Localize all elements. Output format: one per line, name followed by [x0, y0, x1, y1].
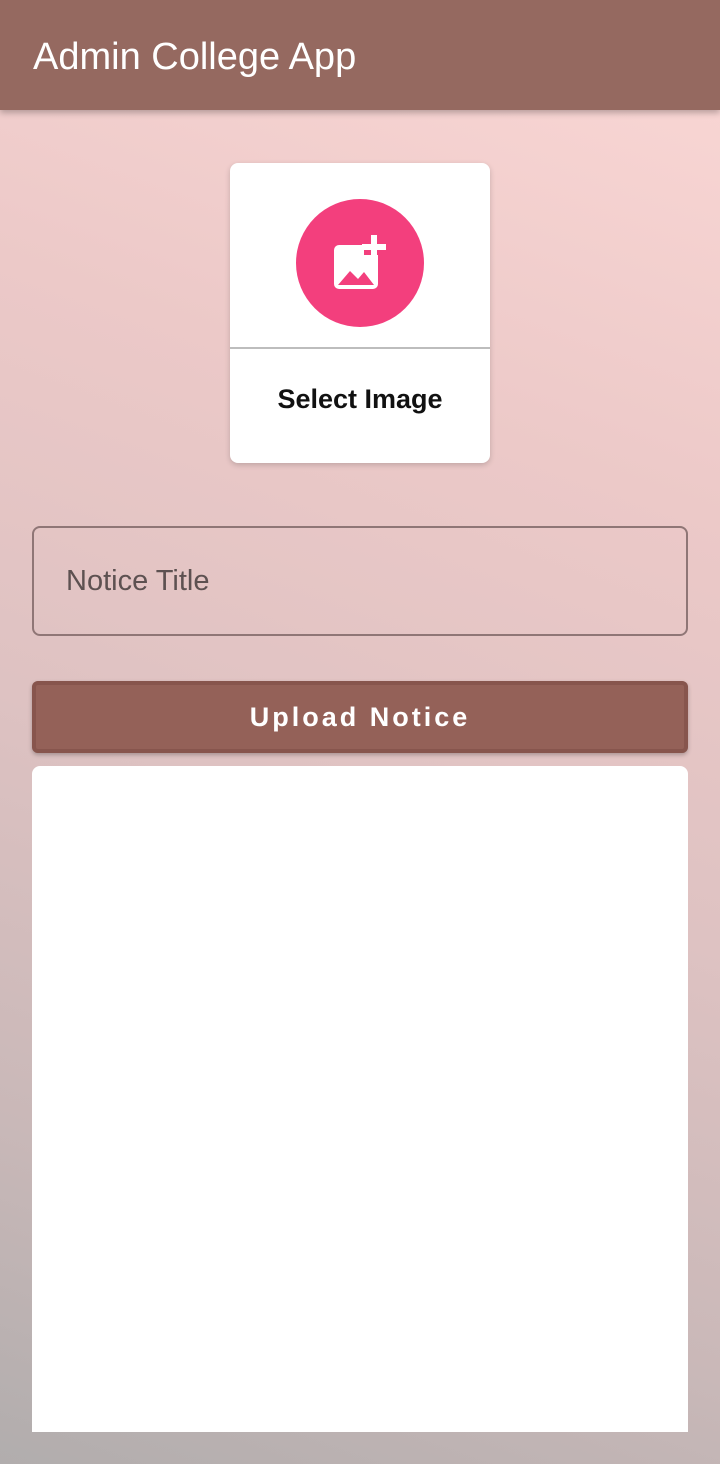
app-bar: Admin College App [0, 0, 720, 110]
notice-image-preview [32, 766, 688, 1432]
app-title: Admin College App [33, 36, 357, 78]
upload-notice-label: Upload Notice [249, 702, 471, 732]
notice-title-field[interactable] [32, 526, 688, 636]
select-image-button[interactable] [296, 199, 424, 327]
select-image-label: Select Image [277, 384, 443, 414]
upload-notice-button[interactable]: Upload Notice [32, 681, 688, 753]
select-image-card[interactable]: Select Image [230, 163, 490, 463]
notice-title-input[interactable] [34, 528, 686, 634]
add-photo-icon [334, 235, 386, 289]
card-divider [230, 347, 490, 349]
